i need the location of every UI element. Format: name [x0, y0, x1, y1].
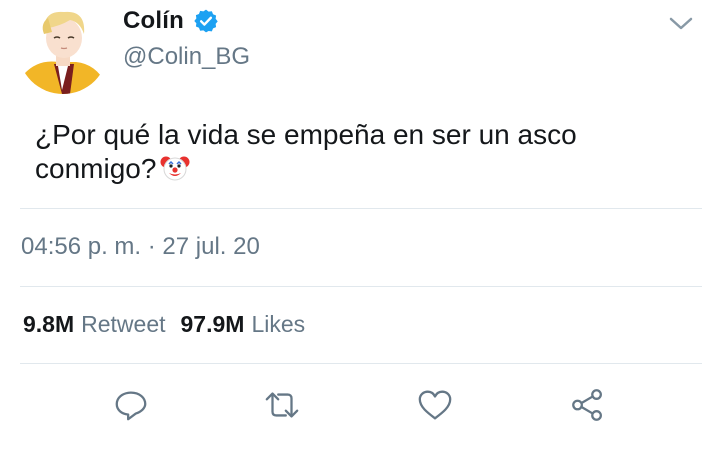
tweet-stats: 9.8M Retweet 97.9M Likes: [23, 311, 305, 338]
share-icon: [572, 389, 602, 421]
name-row: Colín: [123, 7, 219, 35]
like-icon: [418, 390, 452, 420]
reply-icon: [115, 391, 147, 421]
divider: [20, 208, 702, 209]
divider: [20, 286, 702, 287]
avatar[interactable]: [18, 4, 108, 94]
verified-badge-icon: [193, 8, 219, 34]
handle[interactable]: @Colin_BG: [123, 43, 250, 71]
divider: [20, 363, 702, 364]
like-button[interactable]: [415, 385, 455, 425]
like-label[interactable]: Likes: [251, 311, 305, 338]
tweet-text: ¿Por qué la vida se empeña en ser un asc…: [35, 118, 685, 186]
like-count[interactable]: 97.9M: [181, 311, 245, 338]
retweet-count[interactable]: 9.8M: [23, 311, 74, 338]
retweet-icon: [265, 392, 299, 418]
reply-button[interactable]: [111, 385, 151, 425]
retweet-button[interactable]: [262, 385, 302, 425]
timestamp[interactable]: 04:56 p. m. · 27 jul. 20: [21, 233, 260, 261]
tweet-header: Colín @Colin_BG: [0, 0, 720, 110]
display-name[interactable]: Colín: [123, 7, 184, 35]
chevron-down-icon[interactable]: [668, 13, 694, 35]
retweet-label[interactable]: Retweet: [81, 311, 165, 338]
share-button[interactable]: [568, 385, 608, 425]
tweet-body: ¿Por qué la vida se empeña en ser un asc…: [35, 119, 577, 184]
clown-face-icon: [160, 153, 190, 183]
action-bar: [0, 385, 720, 431]
